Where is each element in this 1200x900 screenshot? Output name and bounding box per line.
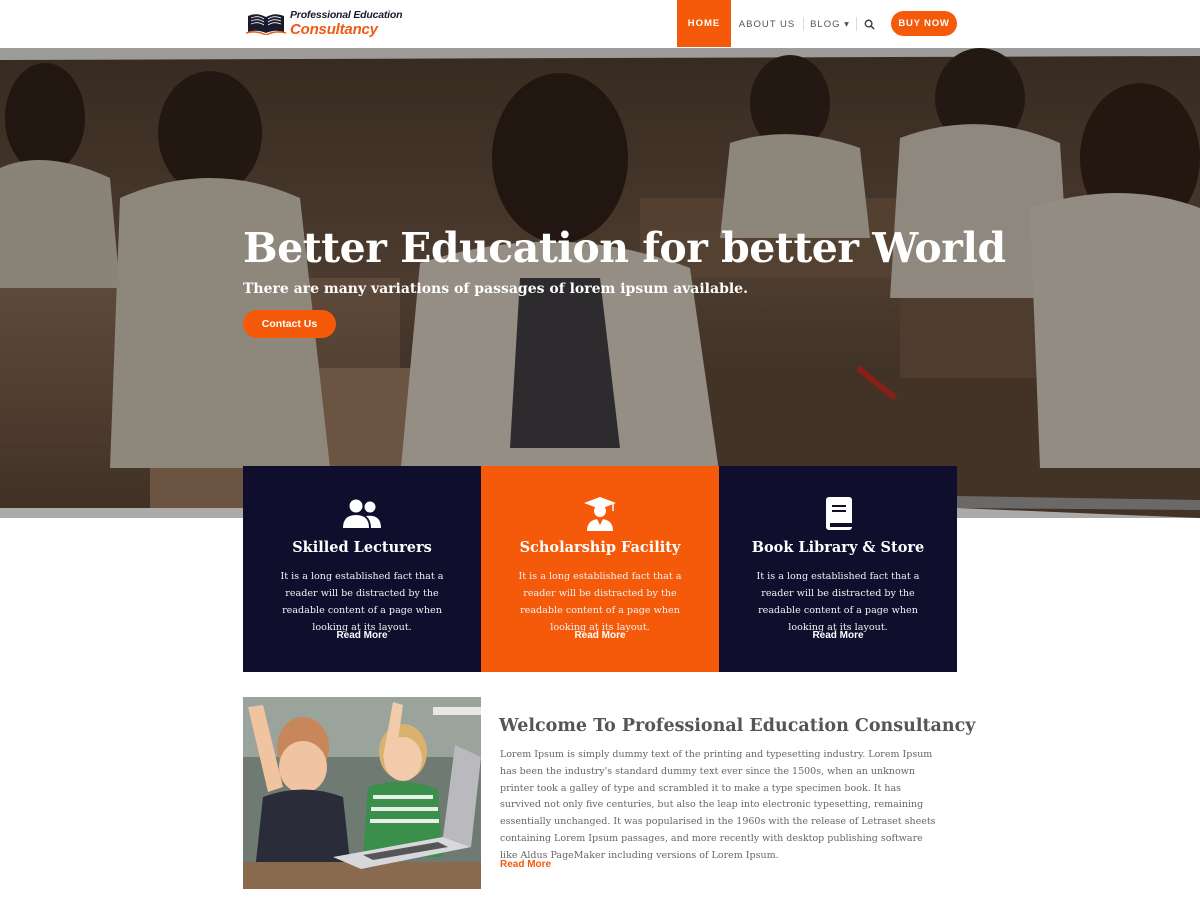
- hero-subtitle: There are many variations of passages of…: [243, 281, 748, 297]
- feature-title: Skilled Lecturers: [292, 539, 432, 556]
- feature-skilled-lecturers: Skilled Lecturers It is a long establish…: [243, 466, 481, 672]
- buy-now-button[interactable]: BUY NOW: [891, 11, 957, 36]
- site-logo[interactable]: Professional Education Consultancy: [246, 10, 402, 37]
- feature-title: Book Library & Store: [751, 539, 925, 556]
- contact-us-button[interactable]: Contact Us: [243, 310, 336, 338]
- nav-home[interactable]: HOME: [677, 0, 731, 47]
- nav-blog[interactable]: BLOG ▾: [804, 0, 856, 48]
- features-row: Skilled Lecturers It is a long establish…: [243, 466, 957, 672]
- feature-text: It is a long established fact that a rea…: [518, 571, 682, 633]
- open-book-icon: [246, 14, 286, 36]
- feature-text: It is a long established fact that a rea…: [280, 571, 444, 633]
- nav-about-us[interactable]: ABOUT US: [731, 0, 803, 48]
- logo-subtitle: Consultancy: [290, 20, 378, 38]
- welcome-read-more-link[interactable]: Read More: [500, 859, 551, 870]
- feature-title: Scholarship Facility: [519, 539, 681, 556]
- read-more-link[interactable]: Read More: [481, 630, 719, 641]
- feature-text: It is a long established fact that a rea…: [756, 571, 920, 633]
- search-icon-glyph: [864, 19, 875, 30]
- welcome-text: Lorem Ipsum is simply dummy text of the …: [500, 749, 936, 861]
- feature-book-library: Book Library & Store It is a long establ…: [719, 466, 957, 672]
- kids-laptop-photo: [243, 697, 481, 889]
- kids-laptop-illustration: [243, 697, 481, 889]
- read-more-link[interactable]: Read More: [719, 630, 957, 641]
- logo-title: Professional Education: [290, 9, 403, 21]
- main-nav: HOME ABOUT US BLOG ▾: [677, 0, 881, 48]
- hero-section: Better Education for better World There …: [0, 48, 1200, 518]
- welcome-title: Welcome To Professional Education Consul…: [499, 716, 976, 736]
- hero-title: Better Education for better World: [243, 224, 1006, 272]
- search-icon[interactable]: [857, 0, 881, 48]
- feature-scholarship-facility: Scholarship Facility It is a long establ…: [481, 466, 719, 672]
- site-header: Professional Education Consultancy HOME …: [0, 0, 1200, 48]
- users-icon: [343, 499, 381, 528]
- graduate-icon: [584, 497, 616, 531]
- read-more-link[interactable]: Read More: [243, 630, 481, 641]
- book-icon: [826, 497, 852, 530]
